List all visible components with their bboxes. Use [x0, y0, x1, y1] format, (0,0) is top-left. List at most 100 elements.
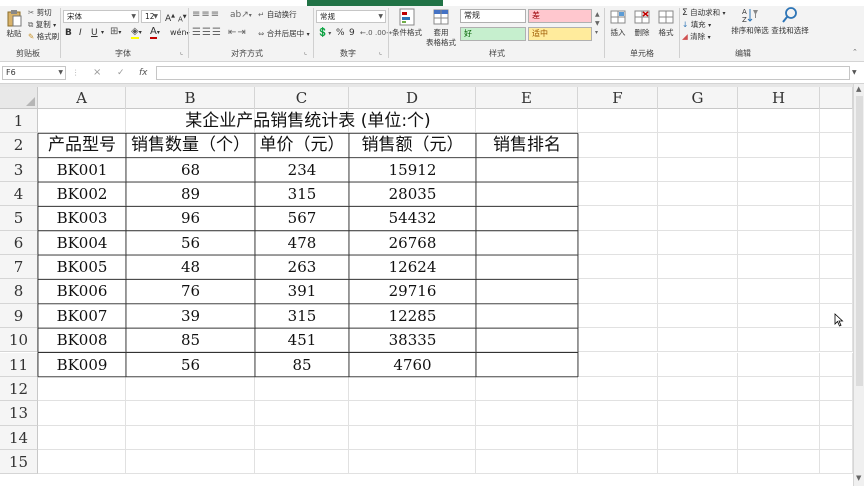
indent-icons[interactable]: ⇤⇥: [228, 28, 247, 38]
column-header-e[interactable]: E: [476, 87, 578, 109]
alignment-dialog-launcher-icon[interactable]: ⌞: [304, 47, 307, 57]
row-header-7[interactable]: 7: [0, 255, 38, 280]
copy-button[interactable]: ⧉ 复制 ▾: [28, 20, 56, 31]
cell[interactable]: [658, 230, 738, 256]
cell[interactable]: [658, 401, 738, 426]
cell[interactable]: [578, 303, 658, 329]
cell[interactable]: [658, 109, 738, 134]
cell[interactable]: [738, 255, 820, 280]
cell[interactable]: [578, 376, 658, 402]
cell[interactable]: [658, 449, 738, 475]
style-bad[interactable]: 差: [528, 9, 592, 23]
cancel-icon[interactable]: ×: [93, 68, 101, 78]
row-header-14[interactable]: 14: [0, 425, 38, 450]
accounting-format-button[interactable]: 💲▾: [317, 28, 331, 39]
font-name-dropdown[interactable]: 宋体 ▼: [63, 10, 139, 23]
cell[interactable]: [578, 449, 658, 475]
autosum-button[interactable]: Σ 自动求和 ▾: [682, 8, 725, 19]
sort-filter-button[interactable]: AZ 排序和筛选: [730, 6, 770, 36]
collapse-ribbon-icon[interactable]: ⌃: [852, 47, 858, 57]
cell[interactable]: [578, 230, 658, 256]
row-header-8[interactable]: 8: [0, 279, 38, 304]
cell[interactable]: [738, 303, 820, 329]
cell[interactable]: [738, 230, 820, 256]
cell[interactable]: [126, 401, 255, 426]
cell[interactable]: [476, 449, 578, 475]
scroll-down-arrow-icon[interactable]: ▼: [856, 474, 861, 482]
style-normal[interactable]: 常规: [460, 9, 526, 23]
cell[interactable]: [738, 109, 820, 134]
cell[interactable]: [820, 109, 853, 134]
cell[interactable]: [578, 133, 658, 158]
column-header-d[interactable]: D: [349, 87, 476, 109]
more-options-icon[interactable]: ⋮: [72, 68, 80, 78]
cell[interactable]: [738, 133, 820, 158]
cell[interactable]: [658, 328, 738, 353]
enter-icon[interactable]: ✓: [117, 68, 125, 78]
cell[interactable]: [820, 352, 853, 377]
insert-function-icon[interactable]: fx: [139, 68, 148, 78]
cell[interactable]: [476, 376, 578, 402]
cell[interactable]: [820, 133, 853, 158]
styles-scroll-icons[interactable]: ▲ ▼ ▾: [595, 10, 600, 37]
row-header-10[interactable]: 10: [0, 328, 38, 353]
cell[interactable]: [820, 425, 853, 450]
font-color-button[interactable]: A▾: [150, 26, 160, 39]
cell[interactable]: [578, 182, 658, 207]
cell[interactable]: [658, 352, 738, 377]
cell[interactable]: [820, 206, 853, 231]
cell[interactable]: [578, 279, 658, 304]
cell[interactable]: [578, 401, 658, 426]
phonetic-button[interactable]: wén▾: [170, 28, 190, 39]
column-header-f[interactable]: F: [578, 87, 658, 109]
cell[interactable]: [820, 449, 853, 475]
number-dialog-launcher-icon[interactable]: ⌞: [379, 47, 382, 57]
select-all-corner[interactable]: [0, 87, 38, 109]
cut-button[interactable]: ✂ 剪切: [28, 8, 52, 18]
increase-decimal-icon[interactable]: ←.0: [360, 28, 373, 38]
cell[interactable]: [658, 279, 738, 304]
cell[interactable]: [578, 157, 658, 183]
cell[interactable]: [126, 425, 255, 450]
column-header-a[interactable]: A: [38, 87, 126, 109]
row-header-2[interactable]: 2: [0, 133, 38, 158]
cell[interactable]: [820, 328, 853, 353]
column-header-next[interactable]: [820, 87, 853, 109]
fill-button[interactable]: ↓ 填充 ▾: [682, 20, 711, 31]
cell[interactable]: [738, 206, 820, 231]
cell[interactable]: [578, 206, 658, 231]
number-format-dropdown[interactable]: 常规 ▼: [316, 10, 386, 23]
cell[interactable]: [349, 401, 476, 426]
insert-button[interactable]: 插入: [607, 8, 629, 38]
clear-button[interactable]: ◢ 清除 ▾: [682, 32, 711, 43]
cell[interactable]: [349, 449, 476, 475]
cell[interactable]: [578, 352, 658, 377]
format-button[interactable]: 格式: [655, 8, 677, 38]
cell[interactable]: [38, 401, 126, 426]
cell[interactable]: [738, 425, 820, 450]
expand-formula-bar-icon[interactable]: ▼: [852, 68, 857, 78]
cell[interactable]: [126, 376, 255, 402]
row-header-3[interactable]: 3: [0, 157, 38, 183]
cell[interactable]: [820, 255, 853, 280]
cell[interactable]: [820, 182, 853, 207]
cell[interactable]: [738, 449, 820, 475]
conditional-formatting-button[interactable]: 条件格式: [390, 8, 424, 38]
cell[interactable]: [820, 279, 853, 304]
style-good[interactable]: 好: [460, 27, 526, 41]
cell[interactable]: [738, 401, 820, 426]
delete-button[interactable]: 删除: [631, 8, 653, 38]
cell[interactable]: [738, 279, 820, 304]
cell[interactable]: [126, 449, 255, 475]
cell[interactable]: [578, 328, 658, 353]
cell[interactable]: [820, 401, 853, 426]
cell[interactable]: [476, 401, 578, 426]
cell[interactable]: [255, 449, 349, 475]
cell[interactable]: [658, 157, 738, 183]
formula-input[interactable]: [156, 66, 850, 80]
merge-center-button[interactable]: ⇔ 合并后居中 ▾: [258, 29, 310, 40]
comma-style-button[interactable]: 9: [349, 28, 355, 38]
italic-button[interactable]: I: [79, 28, 82, 38]
row-header-15[interactable]: 15: [0, 449, 38, 475]
cell[interactable]: [578, 425, 658, 450]
